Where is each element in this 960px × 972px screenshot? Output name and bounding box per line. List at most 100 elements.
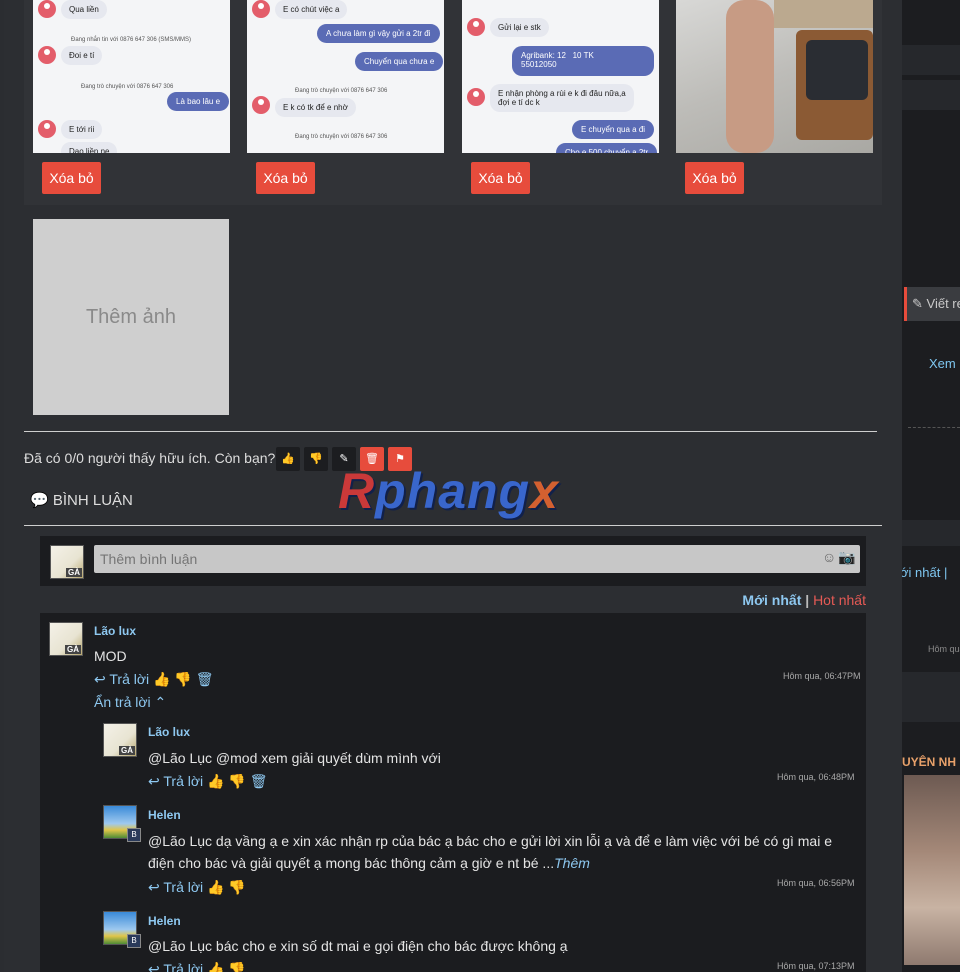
bank-text-2: 10 TK xyxy=(572,51,594,60)
dislike-icon[interactable]: 👎 xyxy=(228,879,245,895)
chat-bubble: E tới rii xyxy=(61,120,103,139)
comments-icon: 💬 xyxy=(30,492,49,509)
comments-heading: 💬 BÌNH LUẬN xyxy=(30,491,133,509)
comment-author[interactable]: Helen xyxy=(148,808,181,822)
contact-avatar xyxy=(252,96,270,114)
chat-screenshot-3[interactable]: Gửi lại e stk Agribank: 12 10 TK 5501205… xyxy=(462,0,659,153)
watermark-r: R xyxy=(338,463,376,519)
watermark-logo: Rphangx xyxy=(338,462,559,520)
photo-clothes xyxy=(806,40,868,100)
more-link[interactable]: Thêm xyxy=(554,855,590,871)
reply-link[interactable]: Trả lời xyxy=(163,879,203,895)
comment-time: Hôm qua, 06:56PM xyxy=(777,878,855,888)
dislike-icon[interactable]: 👎 xyxy=(228,773,245,789)
contact-avatar xyxy=(38,0,56,18)
chat-bubble: Đoi e tí xyxy=(61,46,103,65)
section-title-partial: UYÊN NH xyxy=(902,755,957,769)
user-badge: B xyxy=(127,934,141,948)
photo-image-4[interactable] xyxy=(676,0,873,153)
like-icon[interactable]: 👍 xyxy=(207,773,224,789)
chat-screenshot-2[interactable]: E có chút việc a A chưa làm gì vậy gửi a… xyxy=(247,0,444,153)
like-icon[interactable]: 👍 xyxy=(207,879,224,895)
sort-separator: | xyxy=(805,592,810,608)
sort-hot[interactable]: Hot nhất xyxy=(813,592,866,608)
comment-actions: ↩ Trả lời 👍 👎 xyxy=(148,961,246,972)
comment-text: @Lão Lục @mod xem giải quyết dùm mình vớ… xyxy=(148,750,441,766)
gallery-card: Gửi lại e stk Agribank: 12 10 TK 5501205… xyxy=(462,0,659,194)
comments-title: BÌNH LUẬN xyxy=(52,492,133,509)
contact-avatar xyxy=(467,18,485,36)
thumbs-down-icon[interactable]: 👎 xyxy=(304,447,328,471)
reply-icon[interactable]: ↩ xyxy=(94,671,106,687)
chat-bubble: E chuyển qua a đi xyxy=(572,120,655,139)
view-link[interactable]: Xem xyxy=(929,356,956,371)
delete-icon[interactable]: 🗑 xyxy=(250,773,268,789)
avatar[interactable]: B xyxy=(103,911,141,948)
sort-partial[interactable]: ới nhất | xyxy=(902,565,947,580)
reply-link[interactable]: Trả lời xyxy=(109,671,149,687)
comment-time: Hôm qua, 06:47PM xyxy=(783,671,861,681)
divider xyxy=(908,427,960,428)
chat-system-text: Đang nhắn tin với 0876 647 306 (SMS/MMS) xyxy=(71,37,191,43)
chat-screenshot-1[interactable]: Qua liền Đang nhắn tin với 0876 647 306 … xyxy=(33,0,230,153)
review-modal: Qua liền Đang nhắn tin với 0876 647 306 … xyxy=(4,0,902,972)
reply-link[interactable]: Trả lời xyxy=(163,961,203,972)
chat-bubble: Cho e 500 chuyển a 2tr xyxy=(556,143,658,153)
comment-text-line: điện cho bác và giải quyết ạ mong bác th… xyxy=(148,855,555,871)
chat-line: E nhận phòng a rùi e k đi đâu nữa,a xyxy=(498,89,626,98)
dislike-icon[interactable]: 👎 xyxy=(174,671,191,687)
chat-bubble: A chưa làm gì vậy gửi a 2tr đi xyxy=(317,24,440,43)
chat-bubble: Là bao lâu e xyxy=(167,92,230,111)
emoji-icon[interactable]: ☺ xyxy=(822,549,836,565)
reply-icon[interactable]: ↩ xyxy=(148,879,160,895)
delete-icon[interactable]: 🗑 xyxy=(196,671,214,687)
comment-text-line: @Lão Lục dạ vầng ạ e xin xác nhận rp của… xyxy=(148,833,832,849)
comment-author[interactable]: Lão lux xyxy=(148,725,190,739)
comment-text: @Lão Lục dạ vầng ạ e xin xác nhận rp của… xyxy=(148,830,848,874)
avatar[interactable] xyxy=(103,723,137,757)
chat-line: đợi e tí dc k xyxy=(498,98,540,107)
hide-replies-toggle[interactable]: Ẩn trả lời ⌃ xyxy=(94,694,166,711)
comment-author[interactable]: Lão lux xyxy=(94,624,136,638)
reply-icon[interactable]: ↩ xyxy=(148,961,160,972)
comment-input[interactable] xyxy=(94,545,860,573)
sort-newest[interactable]: Mới nhất xyxy=(742,592,801,608)
backdrop-band xyxy=(902,520,960,546)
comment-sort: Mới nhất | Hot nhất xyxy=(742,592,866,608)
avatar[interactable] xyxy=(49,622,83,656)
chat-bubble: Chuyển qua chưa e xyxy=(355,52,444,71)
like-icon[interactable]: 👍 xyxy=(153,671,170,687)
like-icon[interactable]: 👍 xyxy=(207,961,224,972)
comment-actions: ↩ Trả lời 👍 👎 xyxy=(148,879,246,896)
watermark-mid: phang xyxy=(375,463,531,519)
write-review-button[interactable]: ✎ Viết re xyxy=(904,287,960,321)
gallery-card: E có chút việc a A chưa làm gì vậy gửi a… xyxy=(247,0,444,194)
delete-image-button[interactable]: Xóa bỏ xyxy=(42,162,101,194)
thumbs-up-icon[interactable]: 👍 xyxy=(276,447,300,471)
chat-bubble: Dạo liền ne xyxy=(61,142,118,153)
comment-list: Lão lux MOD ↩ Trả lời 👍 👎 🗑 Hôm qua, 06:… xyxy=(40,613,866,972)
contact-avatar xyxy=(467,88,485,106)
contact-avatar xyxy=(38,46,56,64)
avatar xyxy=(50,545,84,579)
sidebar-photo[interactable] xyxy=(904,775,960,965)
chat-bubble: Qua liền xyxy=(61,0,107,19)
avatar[interactable]: B xyxy=(103,805,141,842)
delete-image-button[interactable]: Xóa bỏ xyxy=(471,162,530,194)
dislike-icon[interactable]: 👎 xyxy=(228,961,245,972)
delete-image-button[interactable]: Xóa bỏ xyxy=(256,162,315,194)
backdrop-page: ✎ Viết re Xem ới nhất | Hôm qua UYÊN NH xyxy=(902,0,960,972)
chevron-up-icon: ⌃ xyxy=(154,694,167,710)
gallery-card: Xóa bỏ xyxy=(676,0,873,194)
reply-icon[interactable]: ↩ xyxy=(148,773,160,789)
chat-bubble: Gửi lại e stk xyxy=(490,18,549,37)
backdrop-band xyxy=(902,80,960,110)
camera-icon[interactable]: 📷 xyxy=(838,549,855,566)
comment-time: Hôm qua, 07:13PM xyxy=(777,961,855,971)
add-image-button[interactable]: Thêm ảnh xyxy=(33,219,229,415)
reply-link[interactable]: Trả lời xyxy=(163,773,203,789)
comment-compose: ☺ 📷 xyxy=(40,536,866,586)
image-gallery: Qua liền Đang nhắn tin với 0876 647 306 … xyxy=(24,0,882,205)
delete-image-button[interactable]: Xóa bỏ xyxy=(685,162,744,194)
comment-author[interactable]: Helen xyxy=(148,914,181,928)
